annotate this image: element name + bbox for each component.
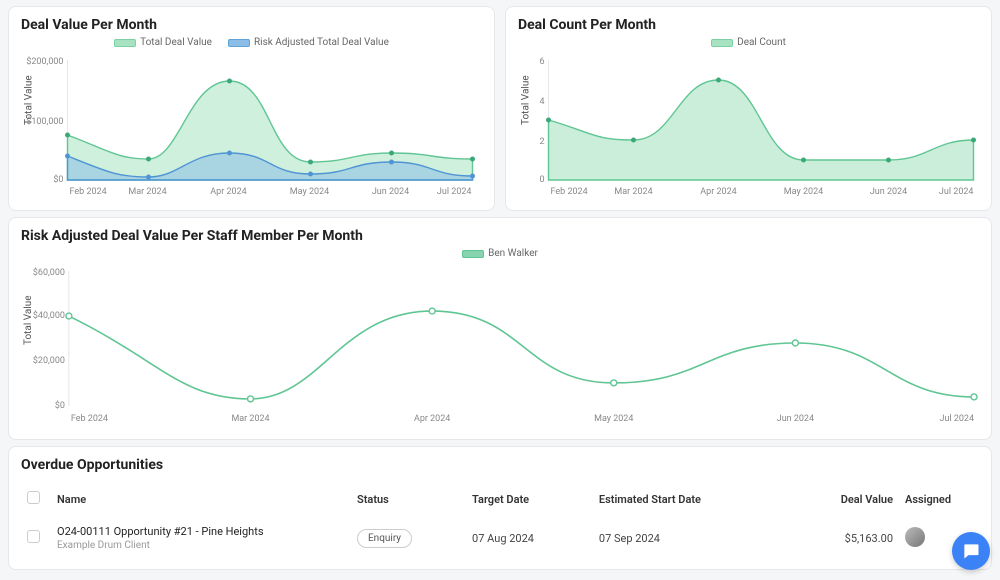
col-deal-value: Deal Value: [789, 483, 899, 517]
svg-text:Feb 2024: Feb 2024: [551, 187, 588, 197]
svg-text:$0: $0: [53, 174, 63, 185]
svg-text:Mar 2024: Mar 2024: [614, 187, 652, 197]
svg-text:6: 6: [539, 57, 544, 67]
legend-item: Risk Adjusted Total Deal Value: [228, 37, 389, 48]
col-status: Status: [351, 483, 466, 517]
risk-adjusted-staff-chart: Total Value $60,000 $40,000 $20,000 $0 F…: [21, 261, 979, 429]
select-all-checkbox[interactable]: [27, 491, 40, 504]
overdue-table: Name Status Target Date Estimated Start …: [21, 483, 979, 559]
chart-title: Deal Count Per Month: [518, 17, 979, 33]
table-row[interactable]: O24-00111 Opportunity #21 - Pine Heights…: [21, 517, 979, 559]
deal-value-chart: Total Value $200,000 $100,000 $0 Feb 202…: [21, 50, 482, 200]
chart-legend: Total Deal Value Risk Adjusted Total Dea…: [21, 37, 482, 48]
legend-swatch: [228, 39, 250, 47]
legend-swatch: [462, 250, 484, 258]
svg-text:Jun 2024: Jun 2024: [777, 414, 814, 424]
table-header-row: Name Status Target Date Estimated Start …: [21, 483, 979, 517]
legend-item: Ben Walker: [462, 248, 538, 259]
svg-text:Jul 2024: Jul 2024: [437, 187, 472, 197]
svg-text:Jul 2024: Jul 2024: [940, 414, 974, 424]
svg-text:$40,000: $40,000: [33, 310, 65, 321]
svg-text:Apr 2024: Apr 2024: [210, 187, 246, 197]
chart-legend: Ben Walker: [21, 248, 979, 259]
chat-icon: [961, 541, 981, 561]
svg-text:Jul 2024: Jul 2024: [939, 187, 974, 197]
card-deal-count-per-month: Deal Count Per Month Deal Count Total Va…: [505, 6, 992, 211]
svg-text:Mar 2024: Mar 2024: [128, 187, 166, 197]
opportunity-client: Example Drum Client: [57, 540, 345, 551]
legend-label: Total Deal Value: [140, 37, 212, 48]
svg-text:Mar 2024: Mar 2024: [231, 414, 269, 424]
svg-text:$20,000: $20,000: [33, 355, 65, 366]
svg-text:$200,000: $200,000: [26, 56, 63, 67]
legend-item: Total Deal Value: [114, 37, 212, 48]
deal-count-chart: Total Value 6 4 2 0 Feb 2024 Mar 2024 Ap…: [518, 50, 979, 200]
series-deal-count: [549, 80, 974, 180]
svg-text:$60,000: $60,000: [33, 267, 65, 278]
svg-text:$0: $0: [55, 400, 65, 411]
avatar[interactable]: [905, 527, 925, 547]
opportunity-name[interactable]: O24-00111 Opportunity #21 - Pine Heights: [57, 525, 264, 538]
legend-label: Deal Count: [737, 37, 786, 48]
overdue-opportunities-section: Overdue Opportunities Name Status Target…: [8, 446, 992, 570]
cell-target-date: 07 Aug 2024: [466, 517, 593, 559]
svg-text:0: 0: [539, 175, 544, 185]
svg-text:May 2024: May 2024: [784, 187, 823, 197]
series-ben-walker: [69, 311, 974, 399]
svg-text:Apr 2024: Apr 2024: [700, 187, 736, 197]
chart-title: Risk Adjusted Deal Value Per Staff Membe…: [21, 228, 979, 244]
chart-legend: Deal Count: [518, 37, 979, 48]
svg-text:Feb 2024: Feb 2024: [70, 187, 107, 197]
col-name: Name: [51, 483, 351, 517]
svg-text:2: 2: [539, 137, 544, 147]
svg-text:Jun 2024: Jun 2024: [870, 187, 907, 197]
svg-text:Feb 2024: Feb 2024: [71, 414, 108, 424]
chat-fab[interactable]: [952, 532, 990, 570]
legend-label: Risk Adjusted Total Deal Value: [254, 37, 389, 48]
card-deal-value-per-month: Deal Value Per Month Total Deal Value Ri…: [8, 6, 495, 211]
cell-deal-value: $5,163.00: [789, 517, 899, 559]
legend-swatch: [711, 39, 733, 47]
cell-estimated-start: 07 Sep 2024: [593, 517, 789, 559]
svg-text:4: 4: [539, 97, 544, 107]
row-checkbox[interactable]: [27, 530, 40, 543]
svg-text:Apr 2024: Apr 2024: [414, 414, 450, 424]
y-axis-label: Total Value: [521, 75, 532, 125]
svg-text:May 2024: May 2024: [290, 187, 329, 197]
col-target-date: Target Date: [466, 483, 593, 517]
section-title: Overdue Opportunities: [21, 457, 979, 473]
series-ben-walker-points: [66, 308, 977, 402]
svg-text:$100,000: $100,000: [26, 116, 63, 127]
col-assigned: Assigned: [899, 483, 979, 517]
chart-title: Deal Value Per Month: [21, 17, 482, 33]
svg-text:May 2024: May 2024: [594, 414, 633, 424]
card-risk-adjusted-staff: Risk Adjusted Deal Value Per Staff Membe…: [8, 217, 992, 440]
legend-item: Deal Count: [711, 37, 786, 48]
legend-swatch: [114, 39, 136, 47]
legend-label: Ben Walker: [488, 248, 538, 259]
status-badge: Enquiry: [357, 529, 412, 548]
svg-text:Jun 2024: Jun 2024: [372, 187, 409, 197]
col-estimated-start: Estimated Start Date: [593, 483, 789, 517]
